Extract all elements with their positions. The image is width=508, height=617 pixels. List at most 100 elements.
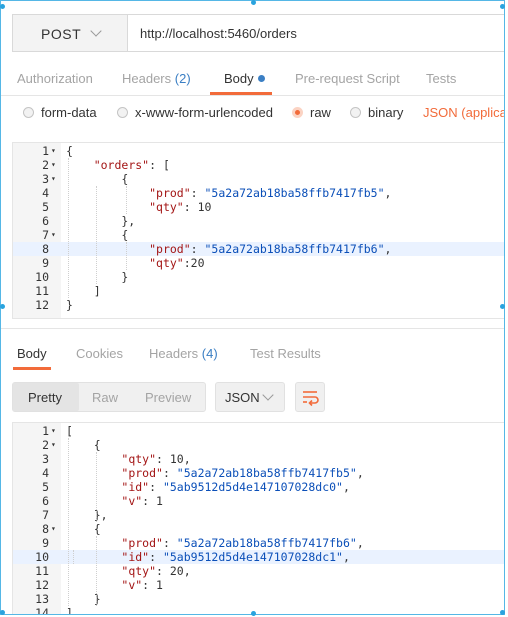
code-line: 4 "prod": "5a2a72ab18ba58ffb7417fb5", [13, 466, 504, 480]
fold-arrow-icon[interactable]: ▾ [51, 228, 56, 242]
code-text: { [66, 228, 129, 242]
tab-headers-count: (2) [174, 71, 191, 86]
radio-binary[interactable]: binary [350, 105, 403, 120]
indent-guide [126, 186, 127, 214]
response-tab-body[interactable]: Body [17, 346, 47, 361]
tab-body[interactable]: Body [224, 71, 265, 86]
panel-divider [1, 328, 504, 329]
code-line: 5 "qty": 10 [13, 200, 504, 214]
method-label: POST [41, 26, 82, 42]
fold-arrow-icon[interactable]: ▾ [51, 144, 56, 158]
radio-binary-label: binary [368, 105, 404, 120]
code-text: } [66, 298, 73, 312]
fold-arrow-icon[interactable]: ▾ [51, 424, 56, 438]
resize-handle[interactable] [500, 610, 505, 615]
code-text: ] [66, 606, 73, 615]
indent-guide [96, 186, 97, 284]
code-text: "prod": "5a2a72ab18ba58ffb7417fb5", [121, 466, 364, 480]
request-bar: POST http://localhost:5460/orders [12, 14, 504, 52]
format-select[interactable]: JSON [215, 382, 285, 412]
radio-raw[interactable]: raw [292, 105, 331, 120]
resize-handle[interactable] [251, 611, 256, 616]
indent-guide [126, 242, 127, 270]
line-number: 4 [42, 466, 49, 480]
line-number: 3 [42, 452, 49, 466]
code-line: 8 "prod": "5a2a72ab18ba58ffb7417fb6", [13, 242, 504, 256]
request-body-editor[interactable]: 1 ▾{2 ▾ "orders": [3 ▾ {4 "prod": "5a2a72ab… [12, 142, 504, 319]
code-line: 11 "qty": 20, [13, 564, 504, 578]
code-line: 9 "prod": "5a2a72ab18ba58ffb7417fb6", [13, 536, 504, 550]
chevron-down-icon [90, 25, 102, 37]
code-line: 2 ▾ { [13, 438, 504, 452]
line-number: 1 [42, 144, 49, 158]
line-number: 10 [35, 270, 49, 284]
line-number: 3 [42, 172, 49, 186]
indent-guide [68, 158, 69, 298]
line-number: 5 [42, 480, 49, 494]
code-line: 14] [13, 606, 504, 615]
resize-handle[interactable] [0, 4, 5, 9]
line-number: 8 [42, 522, 49, 536]
code-text: ] [66, 284, 101, 298]
code-text: { [66, 438, 101, 452]
tab-prerequest-script[interactable]: Pre-request Script [295, 71, 400, 86]
code-text: "v": 1 [121, 578, 163, 592]
code-line: 11 ] [13, 284, 504, 298]
tab-authorization[interactable]: Authorization [17, 71, 93, 86]
response-tab-headers-label: Headers [149, 346, 199, 361]
code-line: 12} [13, 298, 504, 312]
view-pretty-button[interactable]: Pretty [28, 390, 62, 405]
radio-form-data[interactable]: form-data [23, 105, 97, 120]
code-text: }, [66, 508, 108, 522]
code-line: 9 "qty":20 [13, 256, 504, 270]
code-line: 10 "id": "5ab9512d5d4e147107028dc1", [13, 550, 504, 564]
response-tab-headers-count: (4) [201, 346, 218, 361]
resize-handle[interactable] [0, 610, 5, 615]
line-number: 12 [35, 298, 49, 312]
code-text: "qty":20 [149, 256, 205, 270]
code-text: "v": 1 [121, 494, 163, 508]
response-tab-cookies[interactable]: Cookies [76, 346, 123, 361]
resize-handle[interactable] [0, 304, 5, 309]
method-select[interactable]: POST [13, 15, 128, 51]
code-text: "prod": "5a2a72ab18ba58ffb7417fb5", [149, 186, 392, 200]
code-text: { [66, 144, 73, 158]
url-input[interactable]: http://localhost:5460/orders [140, 26, 297, 41]
indent-guide [96, 452, 97, 522]
wrap-lines-button[interactable] [295, 382, 325, 412]
tab-headers[interactable]: Headers (2) [122, 71, 191, 86]
code-line: 1 ▾ [ [13, 424, 504, 438]
radio-urlencoded[interactable]: x-www-form-urlencoded [117, 105, 273, 120]
radio-circle-icon [350, 107, 361, 118]
response-tab-headers[interactable]: Headers (4) [149, 346, 218, 361]
fold-arrow-icon[interactable]: ▾ [51, 438, 56, 452]
response-body-viewer[interactable]: 1 ▾[2 ▾ {3 "qty": 10, 4 "prod": "5a2a72ab18… [12, 422, 504, 615]
code-line: 7 }, [13, 508, 504, 522]
code-line: 3 ▾ { [13, 172, 504, 186]
line-number: 9 [42, 536, 49, 550]
code-text: "id": "5ab9512d5d4e147107028dc0", [121, 480, 350, 494]
view-raw-button[interactable]: Raw [92, 390, 118, 405]
code-line: 4 "prod": "5a2a72ab18ba58ffb7417fb5", [13, 186, 504, 200]
line-number: 13 [35, 592, 49, 606]
resize-handle[interactable] [251, 0, 256, 5]
code-line: 12 "v": 1 [13, 578, 504, 592]
modified-dot-icon [257, 75, 265, 82]
tab-tests[interactable]: Tests [426, 71, 456, 86]
code-text: "orders": [ [93, 158, 170, 172]
code-line: 7 ▾ { [13, 228, 504, 242]
code-line: 5 "id": "5ab9512d5d4e147107028dc0", [13, 480, 504, 494]
content-type-select[interactable]: JSON (applicatio [423, 105, 504, 120]
response-tab-test-results[interactable]: Test Results [250, 346, 321, 361]
resize-handle[interactable] [500, 4, 505, 9]
code-line: 1 ▾ { [13, 144, 504, 158]
radio-raw-label: raw [310, 105, 331, 120]
resize-handle[interactable] [500, 304, 505, 309]
code-text: "prod": "5a2a72ab18ba58ffb7417fb6", [149, 242, 392, 256]
line-number: 9 [42, 256, 49, 270]
view-preview-button[interactable]: Preview [145, 390, 191, 405]
fold-arrow-icon[interactable]: ▾ [51, 158, 56, 172]
fold-arrow-icon[interactable]: ▾ [51, 172, 56, 186]
line-number: 11 [35, 564, 49, 578]
fold-arrow-icon[interactable]: ▾ [51, 522, 56, 536]
